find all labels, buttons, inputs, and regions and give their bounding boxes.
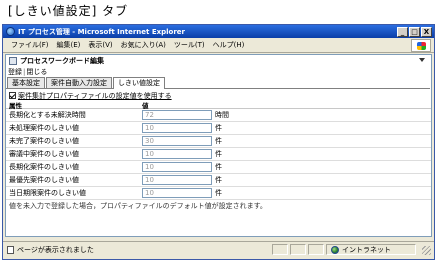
row-label: 長期化とする未解決時間 [9, 111, 86, 119]
action-links: 登録 | 閉じる [8, 67, 48, 77]
table-row: 未完了案件のしきい値 30 件 [6, 135, 431, 148]
table-row: 最優先案件のしきい値 10 件 [6, 174, 431, 187]
table-row: 長期化案件のしきい値 10 件 [6, 161, 431, 174]
status-cells [272, 244, 324, 255]
threshold-input[interactable]: 10 [142, 188, 212, 198]
menu-bar: ファイル(F) 編集(E) 表示(V) お気に入り(A) ツール(T) ヘルプ(… [3, 38, 434, 53]
threshold-input[interactable]: 10 [142, 175, 212, 185]
window-controls: _ □ X [397, 26, 432, 37]
threshold-input[interactable]: 10 [142, 162, 212, 172]
minimize-button[interactable]: _ [397, 26, 408, 37]
row-unit: 件 [215, 176, 222, 184]
page-content: プロセスワークボード編集 登録 | 閉じる 基本設定 案件自動入力設定 しきい値… [5, 54, 432, 237]
zone-label: イントラネット [342, 245, 391, 254]
windows-logo-icon [411, 39, 431, 52]
threshold-input[interactable]: 72 [142, 110, 212, 120]
page-caption: [しきい値設定] タブ [8, 4, 129, 18]
register-link[interactable]: 登録 [8, 67, 22, 77]
page-done-icon [7, 245, 14, 254]
editor-icon [9, 57, 17, 65]
menu-file[interactable]: ファイル(F) [7, 40, 53, 50]
row-label: 未処理案件のしきい値 [9, 124, 79, 132]
editor-title: プロセスワークボード編集 [20, 57, 104, 65]
menu-edit[interactable]: 編集(E) [53, 40, 85, 50]
attribute-column-header: 属性 [9, 101, 22, 110]
row-label: 最優先案件のしきい値 [9, 176, 79, 184]
row-label: 未完了案件のしきい値 [9, 137, 79, 145]
tab-threshold-settings[interactable]: しきい値設定 [113, 77, 165, 89]
threshold-input[interactable]: 10 [142, 149, 212, 159]
resize-grip-icon[interactable] [422, 246, 431, 255]
tab-bar: 基本設定 案件自動入力設定 しきい値設定 [6, 77, 430, 89]
table-row: 当日期限案件のしきい値 10 件 [6, 187, 431, 200]
threshold-input[interactable]: 30 [142, 136, 212, 146]
tab-basic-settings[interactable]: 基本設定 [7, 77, 45, 88]
status-bar: ページが表示されました イントラネット [3, 241, 434, 257]
row-unit: 時間 [215, 111, 229, 119]
table-row: 未処理案件のしきい値 10 件 [6, 122, 431, 135]
close-button[interactable]: X [421, 26, 432, 37]
row-unit: 件 [215, 137, 222, 145]
intranet-globe-icon [331, 245, 339, 254]
tab-auto-input-settings[interactable]: 案件自動入力設定 [46, 77, 112, 88]
threshold-input[interactable]: 10 [142, 123, 212, 133]
table-row: 審議中案件のしきい値 10 件 [6, 148, 431, 161]
row-unit: 件 [215, 124, 222, 132]
row-label: 長期化案件のしきい値 [9, 163, 79, 171]
window-title: IT プロセス管理 - Microsoft Internet Explorer [18, 27, 185, 36]
menu-help[interactable]: ヘルプ(H) [209, 40, 249, 50]
editor-header: プロセスワークボード編集 [6, 55, 431, 67]
menu-view[interactable]: 表示(V) [84, 40, 116, 50]
ie-logo-icon [6, 27, 15, 36]
table-row: 長期化とする未解決時間 72 時間 [6, 109, 431, 122]
row-label: 審議中案件のしきい値 [9, 150, 79, 158]
browser-window: IT プロセス管理 - Microsoft Internet Explorer … [2, 24, 435, 260]
close-link[interactable]: 閉じる [26, 67, 47, 77]
collapse-arrow-icon[interactable] [419, 58, 425, 62]
status-text: ページが表示されました [17, 245, 94, 254]
row-unit: 件 [215, 150, 222, 158]
maximize-button[interactable]: □ [409, 26, 420, 37]
security-zone: イントラネット [326, 244, 416, 255]
row-unit: 件 [215, 163, 222, 171]
title-bar: IT プロセス管理 - Microsoft Internet Explorer … [3, 25, 434, 38]
value-column-header: 値 [142, 101, 149, 110]
menu-favorites[interactable]: お気に入り(A) [117, 40, 170, 50]
table-header: 属性 値 [6, 101, 431, 110]
row-label: 当日期限案件のしきい値 [9, 189, 86, 197]
menu-tools[interactable]: ツール(T) [170, 40, 209, 50]
default-value-note: 値を未入力で登録した場合，プロパティファイルのデフォルト値が設定されます。 [9, 202, 267, 210]
row-unit: 件 [215, 189, 222, 197]
use-property-file-checkbox[interactable] [9, 92, 16, 99]
